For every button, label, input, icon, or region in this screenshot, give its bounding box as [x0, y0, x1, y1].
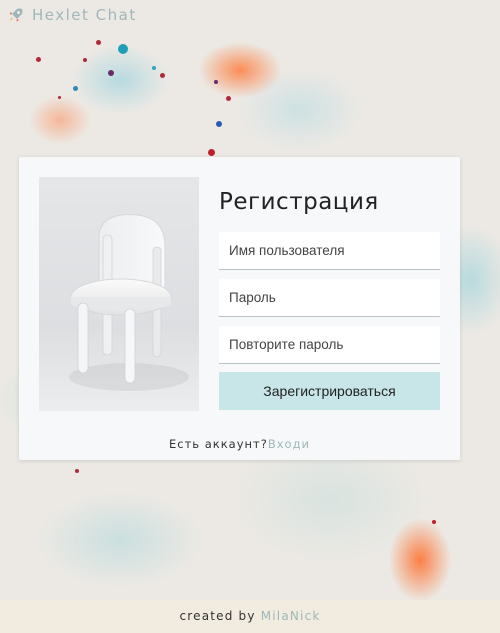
signup-form: Регистрация Зарегистрироваться	[219, 185, 440, 410]
username-field[interactable]	[219, 232, 440, 270]
page-footer: created by MilaNick	[0, 600, 500, 633]
login-prompt: Есть аккаунт?Входи	[19, 437, 460, 451]
password-field[interactable]	[219, 279, 440, 317]
signup-card: Регистрация Зарегистрироваться Есть акка…	[19, 157, 460, 460]
confirm-password-field[interactable]	[219, 326, 440, 364]
register-button[interactable]: Зарегистрироваться	[219, 372, 440, 410]
have-account-text: Есть аккаунт?	[169, 437, 268, 451]
author-link[interactable]: MilaNick	[261, 609, 321, 623]
login-link[interactable]: Входи	[268, 437, 310, 451]
brand-title[interactable]: Hexlet Chat	[32, 6, 137, 24]
app-header: Hexlet Chat	[8, 6, 137, 24]
rocket-icon	[8, 7, 24, 23]
chair-photo	[39, 177, 199, 411]
created-by-text: created by	[179, 609, 256, 623]
form-title: Регистрация	[219, 189, 379, 215]
